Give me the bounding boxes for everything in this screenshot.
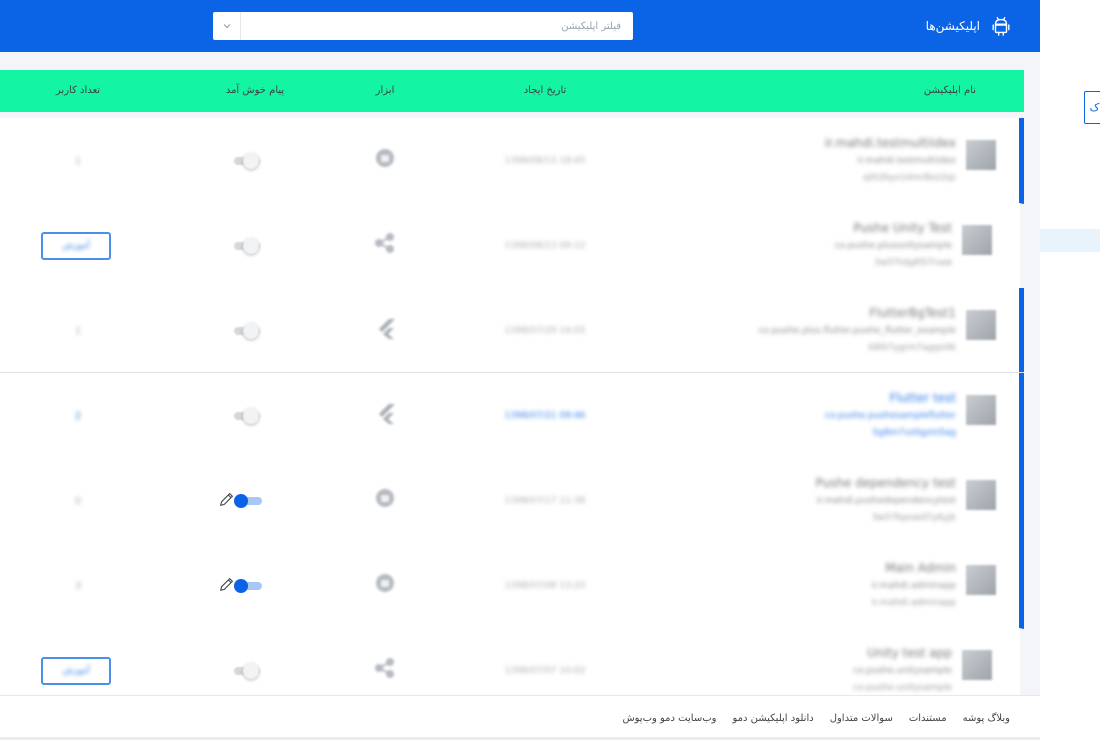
footer-links: وبلاگ پوشه مستندات سوالات متداول دانلود اپل… xyxy=(622,696,1010,740)
app-package: ir.mahdi.testmultiidex xyxy=(857,156,957,166)
app-name[interactable]: ir.mahdi.testmultiidex xyxy=(825,136,956,150)
table-row[interactable]: Unity test app co.pushe.unitysample co.pus… xyxy=(0,628,1020,695)
footer: وبلاگ پوشه مستندات سوالات متداول دانلود اپل… xyxy=(0,695,1040,740)
app-key: co.pushe.unitysample xyxy=(853,683,952,693)
table-row[interactable]: ir.mahdi.testmultiidex ir.mahdi.testmulti… xyxy=(0,118,1024,204)
side-panel: ک xyxy=(1040,0,1100,740)
created-date: 1398/08/13 18:45 xyxy=(504,156,586,166)
welcome-message-toggle[interactable] xyxy=(234,322,262,340)
app-icon xyxy=(966,395,996,425)
pencil-icon[interactable] xyxy=(216,490,236,510)
app-name[interactable]: Main Admin xyxy=(885,561,956,575)
footer-link[interactable]: وب‌سایت دمو وب‌پوش xyxy=(622,713,716,724)
app-icon xyxy=(966,310,996,340)
column-header-tool[interactable]: ابزار xyxy=(360,70,410,112)
android-icon xyxy=(372,571,398,597)
top-bar: اپلیکیشن‌ها xyxy=(0,0,1040,52)
welcome-message-toggle[interactable] xyxy=(234,237,262,255)
user-count: 0 xyxy=(74,496,82,507)
app-package: ir.mahdi.adminapp xyxy=(871,581,956,591)
app-icon xyxy=(966,565,996,595)
app-name[interactable]: Pushe dependency test xyxy=(816,476,956,490)
app-icon xyxy=(962,225,992,255)
app-name[interactable]: FlutterBgTest1 xyxy=(869,306,956,320)
table-row[interactable]: Main Admin ir.mahdi.adminapp ir.mahdi.admi… xyxy=(0,543,1024,629)
tutorial-button-label: آموزش xyxy=(62,241,90,251)
table-row[interactable]: Pushe dependency test ir.mahdi.pushedepen… xyxy=(0,458,1024,544)
flutter-icon xyxy=(372,316,398,342)
app-name[interactable]: Flutter test xyxy=(890,391,956,405)
app-package: ir.mahdi.pushedependencytest xyxy=(816,496,956,506)
page-title: اپلیکیشن‌ها xyxy=(925,19,980,33)
app-icon xyxy=(966,480,996,510)
app-key: 3w57bpxwd7y6yjk xyxy=(871,513,956,523)
welcome-message-toggle[interactable] xyxy=(234,577,262,595)
share-icon xyxy=(372,656,398,682)
footer-link[interactable]: دانلود اپلیکیشن دمو xyxy=(732,713,813,724)
created-date: 1398/08/13 09:12 xyxy=(504,241,586,251)
user-count: 1 xyxy=(74,326,82,337)
app-icon xyxy=(962,650,992,680)
user-count: 1 xyxy=(74,156,82,167)
user-count: 3 xyxy=(74,581,82,592)
welcome-message-toggle[interactable] xyxy=(234,407,262,425)
footer-link[interactable]: سوالات متداول xyxy=(830,713,893,724)
table-row[interactable]: Flutter test co.pushe.pushesampleflutter 5… xyxy=(0,373,1024,459)
apps-table: ir.mahdi.testmultiidex ir.mahdi.testmulti… xyxy=(0,118,1024,695)
share-icon xyxy=(372,231,398,257)
brand[interactable]: اپلیکیشن‌ها xyxy=(926,0,1012,52)
android-icon xyxy=(372,146,398,172)
column-header-date[interactable]: تاریخ ایجاد xyxy=(495,70,595,112)
created-date: 1398/07/08 13:20 xyxy=(504,581,586,591)
pencil-icon[interactable] xyxy=(216,575,236,595)
app-key: k8l07ygrm7agqn0k xyxy=(868,343,956,353)
app-package: co.pushe.pushesampleflutter xyxy=(824,411,956,421)
tutorial-button[interactable]: آموزش xyxy=(41,657,111,685)
welcome-message-toggle[interactable] xyxy=(234,152,262,170)
app-name[interactable]: Pushe Unity Test xyxy=(853,221,952,235)
created-date: 1398/07/07 10:02 xyxy=(504,666,586,676)
tutorial-button[interactable]: آموزش xyxy=(41,232,111,260)
column-header-users[interactable]: تعداد کاربر xyxy=(28,70,128,112)
app-package: co.pushe.plusunitysample xyxy=(834,241,952,251)
table-row[interactable]: FlutterBgTest1 co.pushe.plus.flutter.push… xyxy=(0,288,1024,374)
user-count: 2 xyxy=(74,411,82,422)
created-date: 1398/07/29 14:05 xyxy=(504,326,586,336)
android-icon xyxy=(372,486,398,512)
app-icon xyxy=(966,140,996,170)
created-date: 1398/07/21 09:46 xyxy=(504,411,586,421)
table-row[interactable]: Pushe Unity Test co.pushe.plusunitysample… xyxy=(0,203,1020,289)
created-date: 1398/07/17 11:38 xyxy=(504,496,586,506)
welcome-message-toggle[interactable] xyxy=(234,492,262,510)
app-filter[interactable] xyxy=(213,12,633,40)
android-icon xyxy=(992,17,1010,36)
tutorial-button-label: آموزش xyxy=(62,666,90,676)
table-header: نام اپلیکیشن تاریخ ایجاد ابزار پیام خوش … xyxy=(0,70,1024,112)
search-input[interactable] xyxy=(241,12,633,40)
footer-link[interactable]: مستندات xyxy=(909,713,947,724)
app-key: q0t2byx14mr8sx2qs xyxy=(863,173,956,183)
column-header-welcome[interactable]: پیام خوش آمد xyxy=(195,70,315,112)
app-package: co.pushe.unitysample xyxy=(853,666,952,676)
app-key: 5g8m7vz0gzm5ag xyxy=(872,428,956,438)
app-key: 3w57tdg85l7naw xyxy=(874,258,952,268)
chevron-down-icon[interactable] xyxy=(213,12,241,40)
app-name[interactable]: Unity test app xyxy=(867,646,952,660)
side-panel-button[interactable]: ک xyxy=(1084,91,1100,124)
footer-link[interactable]: وبلاگ پوشه xyxy=(963,713,1010,724)
welcome-message-toggle[interactable] xyxy=(234,662,262,680)
app-package: co.pushe.plus.flutter.pushe_flutter_exam… xyxy=(758,326,956,336)
flutter-icon xyxy=(372,401,398,427)
column-header-name[interactable]: نام اپلیکیشن xyxy=(924,70,976,112)
app-key: ir.mahdi.adminapp xyxy=(871,598,956,608)
side-panel-selected-item[interactable] xyxy=(1040,229,1100,252)
